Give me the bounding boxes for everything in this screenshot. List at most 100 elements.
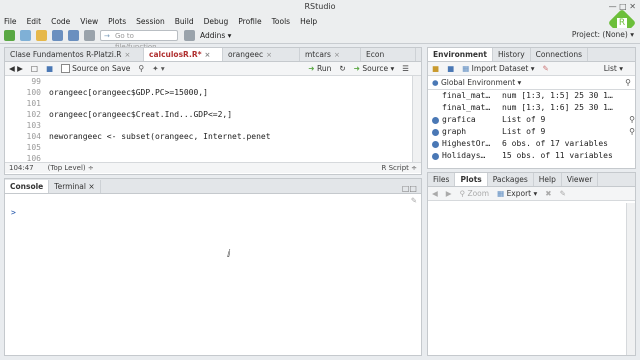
open-file-icon[interactable] [36, 30, 47, 41]
tab-label: mtcars [305, 50, 331, 59]
tab-econ[interactable]: Econ [361, 48, 416, 61]
view-icon[interactable]: ⚲ [629, 114, 635, 126]
env-row[interactable]: final_mat… num [1:3, 1:6] 25 30 1… [432, 102, 635, 114]
back-icon[interactable]: ◀ ▶ [9, 64, 23, 73]
env-row[interactable]: grafica List of 9 ⚲ [432, 114, 635, 126]
menu-plots[interactable]: Plots [108, 17, 126, 26]
tab-orangeec[interactable]: orangeec × [223, 48, 300, 61]
plots-scrollbar[interactable] [626, 203, 635, 355]
tab-plots[interactable]: Plots [455, 173, 488, 186]
main-toolbar: Go to file/function Addins ▾ [0, 28, 640, 51]
next-plot-icon[interactable]: ▶ [446, 189, 452, 198]
addins-menu[interactable]: Addins ▾ [200, 31, 231, 40]
var-name: Holidays… [442, 151, 486, 160]
menu-profile[interactable]: Profile [238, 17, 261, 26]
env-search-icon[interactable]: ⚲ [625, 78, 631, 87]
rerun-icon[interactable]: ↻ [339, 64, 345, 73]
pane-minmax-icon[interactable]: □□ [398, 184, 421, 193]
tab-calculos[interactable]: calculosR.R* × [144, 48, 223, 61]
menu-view[interactable]: View [80, 17, 98, 26]
var-value: 6 obs. of 17 variables [502, 139, 608, 148]
clear-plots-icon[interactable]: ✎ [560, 189, 566, 198]
zoom-button[interactable]: ⚲ Zoom [460, 189, 490, 198]
code-line: 102 orangeec[orangeec$Creat.Ind...GDP<=2,… [5, 109, 421, 120]
var-name: final_mat… [442, 103, 491, 112]
scope-dropdown[interactable]: ● Global Environment ▾ [432, 78, 521, 87]
tab-console[interactable]: Console [5, 180, 50, 193]
view-icon[interactable]: ⚲ [629, 126, 635, 138]
clear-console-icon[interactable]: ✎ [411, 196, 417, 205]
remove-plot-icon[interactable]: ✖ [545, 189, 551, 198]
env-row[interactable]: graph List of 9 ⚲ [432, 126, 635, 138]
expand-icon[interactable] [432, 152, 439, 160]
code-editor[interactable]: 99 100 orangeec[orangeec$GDP.PC>=15000,] … [5, 76, 421, 162]
find-icon[interactable]: ⚲ [138, 64, 144, 73]
menu-session[interactable]: Session [136, 17, 165, 26]
scope-label: Global Environment ▾ [440, 78, 522, 87]
code-text: neworangeec <- subset(orangeec, Internet… [49, 132, 271, 141]
source-label: Source [362, 64, 389, 73]
var-name: HighestOr… [442, 139, 491, 148]
save-icon[interactable] [52, 30, 63, 41]
save-file-icon[interactable]: ■ [46, 64, 53, 73]
new-project-icon[interactable] [20, 30, 31, 41]
source-button[interactable]: ➜ Source ▾ [354, 64, 395, 73]
line-number: 100 [26, 88, 41, 97]
env-row[interactable]: final_mat… num [1:3, 1:5] 25 30 1… [432, 90, 635, 102]
env-row[interactable]: Holidays… 15 obs. of 11 variables [432, 150, 635, 162]
menu-help[interactable]: Help [300, 17, 317, 26]
source-on-save-checkbox[interactable]: Source on Save [61, 64, 130, 74]
menu-bar: File Edit Code View Plots Session Build … [0, 14, 640, 28]
show-in-window-icon[interactable]: □ [31, 64, 38, 73]
save-all-icon[interactable] [68, 30, 79, 41]
expand-icon[interactable] [432, 140, 439, 148]
new-file-icon[interactable] [4, 30, 15, 41]
prev-plot-icon[interactable]: ◀ [432, 189, 438, 198]
var-name: final_mat… [442, 91, 491, 100]
tab-clase-fundamentos[interactable]: Clase Fundamentos R-Platzi.R × [5, 48, 144, 61]
env-row[interactable]: HighestOr… 6 obs. of 17 variables [432, 138, 635, 150]
tab-environment[interactable]: Environment [428, 48, 493, 61]
export-button[interactable]: ▦ Export ▾ [497, 189, 537, 198]
file-type-selector[interactable]: R Script ÷ [382, 164, 417, 172]
code-line: 99 [5, 76, 421, 87]
code-tools-icon[interactable]: ✦ ▾ [152, 64, 164, 73]
tab-mtcars[interactable]: mtcars × [300, 48, 361, 61]
console-pane: Console Terminal × □□ ✎ > ⅈ [4, 178, 422, 356]
expand-icon[interactable] [432, 116, 439, 124]
menu-tools[interactable]: Tools [272, 17, 290, 26]
view-mode-dropdown[interactable]: List ▾ [604, 64, 623, 73]
import-dataset-button[interactable]: ▦ Import Dataset ▾ [462, 64, 534, 73]
tab-packages[interactable]: Packages [488, 173, 534, 186]
menu-edit[interactable]: Edit [27, 17, 42, 26]
print-icon[interactable] [84, 30, 95, 41]
expand-icon[interactable] [432, 128, 439, 136]
console-prompt[interactable]: > [5, 206, 421, 219]
source-tabs: Clase Fundamentos R-Platzi.R × calculosR.… [5, 48, 421, 62]
project-menu[interactable]: Project: (None) ▾ [572, 30, 634, 39]
menu-code[interactable]: Code [51, 17, 70, 26]
tab-terminal[interactable]: Terminal × [49, 180, 101, 193]
editor-scrollbar[interactable] [412, 76, 421, 162]
tab-connections[interactable]: Connections [531, 48, 588, 61]
menu-file[interactable]: File [4, 17, 17, 26]
files-tabs: Files Plots Packages Help Viewer [428, 173, 635, 187]
tab-help[interactable]: Help [534, 173, 562, 186]
run-button[interactable]: ➜ Run [308, 64, 331, 73]
line-number: 102 [26, 110, 41, 119]
tab-files[interactable]: Files [428, 173, 456, 186]
outline-icon[interactable]: ☰ [402, 64, 409, 73]
menu-debug[interactable]: Debug [204, 17, 229, 26]
menu-build[interactable]: Build [175, 17, 194, 26]
line-number: 106 [26, 154, 41, 162]
goto-file-input[interactable]: Go to file/function [100, 30, 178, 51]
clear-workspace-icon[interactable]: ✎ [542, 64, 548, 73]
save-workspace-icon[interactable]: ■ [447, 64, 454, 73]
tab-history[interactable]: History [493, 48, 531, 61]
load-workspace-icon[interactable]: ■ [432, 64, 439, 73]
workspace-panes-icon[interactable] [184, 30, 195, 41]
scope-selector[interactable]: (Top Level) ÷ [48, 164, 94, 172]
source-toolbar: ◀ ▶ □ ■ Source on Save ⚲ ✦ ▾ ➜ Run ↻ ➜ S… [5, 62, 421, 76]
run-label: Run [316, 64, 332, 73]
tab-viewer[interactable]: Viewer [562, 173, 599, 186]
